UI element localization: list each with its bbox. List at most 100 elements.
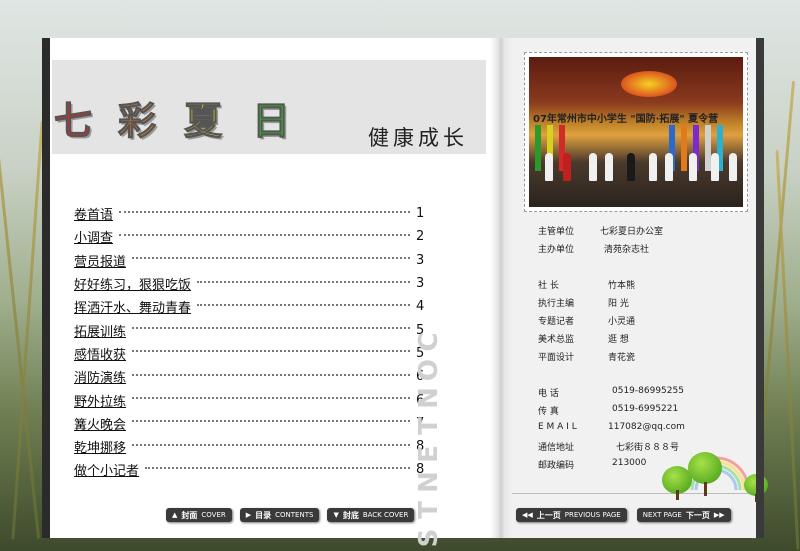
toc-item[interactable]: 感悟收获 5: [74, 342, 424, 365]
toc-item[interactable]: 小调查 2: [74, 225, 424, 248]
leader-dots: [132, 350, 410, 353]
toc-item[interactable]: 篝火晚会 7: [74, 412, 424, 435]
toc-page-number: 3: [416, 276, 425, 292]
leader-dots: [132, 327, 410, 330]
toc-item[interactable]: 乾坤挪移 8: [74, 435, 424, 458]
staff-key: 传 真: [538, 407, 559, 417]
staff-key: 主管单位: [538, 227, 575, 237]
leader-dots: [132, 420, 410, 423]
staff-key: 邮政编码: [538, 461, 575, 471]
leader-dots: [145, 466, 410, 469]
title-char-1: 七: [53, 99, 93, 144]
next-label-en: NEXT PAGE: [642, 511, 682, 519]
toc-link[interactable]: 野外拉练: [74, 391, 126, 410]
staff-key: 通信地址: [538, 443, 575, 453]
leader-dots: [132, 257, 410, 260]
staff-value: 七彩夏日办公室: [600, 227, 664, 237]
title-char-4: 日: [251, 99, 291, 144]
left-page-nav: ▲ 封面 COVER ▶ 目录 CONTENTS ▼ 封底 BACK COVER: [166, 508, 415, 522]
next-page-button[interactable]: NEXT PAGE 下一页 ▶▶: [636, 508, 731, 522]
prev-label-en: PREVIOUS PAGE: [564, 511, 621, 519]
tree-icon: [688, 452, 722, 484]
staff-value: 小灵通: [608, 317, 636, 327]
camp-photo: 07年常州市中小学生 "国防·拓展" 夏令营: [529, 57, 743, 207]
contents-label-cn: 目录: [255, 510, 272, 520]
leader-dots: [132, 397, 410, 400]
back-cover-label-en: BACK COVER: [362, 511, 409, 519]
back-cover-label-cn: 封底: [342, 510, 359, 520]
title-char-2: 彩: [117, 99, 157, 144]
cover-label-en: COVER: [201, 511, 226, 519]
staff-value: 0519-6995221: [612, 404, 679, 414]
toc-page-number: 2: [416, 229, 425, 245]
event-logo: [621, 71, 677, 97]
staff-key: 美术总监: [538, 335, 575, 345]
previous-page-button[interactable]: ◀◀ 上一页 PREVIOUS PAGE: [516, 508, 627, 522]
photo-banner-text: 07年常州市中小学生 "国防·拓展" 夏令营: [533, 114, 719, 125]
staff-value: 竹本熊: [608, 281, 636, 291]
toc-link[interactable]: 营员报道: [74, 251, 126, 270]
leader-dots: [119, 233, 410, 236]
toc-link[interactable]: 消防演练: [74, 367, 126, 386]
photo-frame: 07年常州市中小学生 "国防·拓展" 夏令营: [524, 52, 748, 212]
toc-item[interactable]: 挥洒汗水、舞动青春 4: [74, 295, 424, 318]
staff-value: 清苑杂志社: [604, 245, 650, 255]
leader-dots: [132, 443, 410, 446]
arrow-right-icon: ▶: [245, 511, 252, 519]
leader-dots: [119, 210, 410, 213]
toc-link[interactable]: 感悟收获: [74, 344, 126, 363]
masthead-page: 07年常州市中小学生 "国防·拓展" 夏令营 主管单位 七彩夏日办公室 主办单位…: [512, 38, 768, 538]
staff-key: 专题记者: [538, 317, 575, 327]
right-spine: [756, 38, 764, 538]
page-subtitle: 健康成长: [368, 126, 468, 150]
staff-key: 执行主编: [538, 299, 575, 309]
toc-link[interactable]: 好好练习，狠狠吃饭: [74, 274, 191, 293]
next-label-cn: 下一页: [685, 510, 710, 520]
staff-value: 青花瓷: [608, 353, 636, 363]
staff-key: E M A I L: [538, 422, 577, 432]
toc-link[interactable]: 挥洒汗水、舞动青春: [74, 297, 191, 316]
toc-item[interactable]: 营员报道 3: [74, 249, 424, 272]
toc-page-number: 4: [416, 299, 425, 315]
staff-value: 七彩街８８８号: [616, 443, 680, 453]
double-left-arrow-icon: ◀◀: [522, 511, 533, 519]
staff-value: 0519-86995255: [612, 386, 684, 396]
toc-page-number: 1: [416, 206, 425, 222]
toc-item[interactable]: 好好练习，狠狠吃饭 3: [74, 272, 424, 295]
contents-watermark: CONTENTS: [414, 332, 444, 548]
toc-link[interactable]: 拓展训练: [74, 321, 126, 340]
table-of-contents: 卷首语 1 小调查 2 营员报道 3 好好练习，狠狠吃饭 3 挥洒汗水、舞动青春 4 拓展…: [74, 202, 424, 482]
staff-key: 社 长: [538, 281, 559, 291]
staff-value: 逛 想: [608, 335, 629, 345]
toc-item[interactable]: 消防演练 6: [74, 365, 424, 388]
leader-dots: [132, 373, 410, 376]
left-spine: [42, 38, 50, 538]
toc-item[interactable]: 野外拉练 6: [74, 388, 424, 411]
toc-link[interactable]: 卷首语: [74, 204, 113, 223]
toc-link[interactable]: 篝火晚会: [74, 414, 126, 433]
staff-value: 阳 光: [608, 299, 629, 309]
staff-key: 主办单位: [538, 245, 575, 255]
contents-button[interactable]: ▶ 目录 CONTENTS: [239, 508, 320, 522]
staff-key: 平面设计: [538, 353, 575, 363]
toc-link[interactable]: 乾坤挪移: [74, 437, 126, 456]
toc-item[interactable]: 拓展训练 5: [74, 318, 424, 341]
prev-label-cn: 上一页: [536, 510, 561, 520]
right-page-nav: ◀◀ 上一页 PREVIOUS PAGE NEXT PAGE 下一页 ▶▶: [516, 508, 731, 522]
toc-page-number: 3: [416, 252, 425, 268]
cover-button[interactable]: ▲ 封面 COVER: [166, 508, 232, 522]
toc-link[interactable]: 做个小记者: [74, 460, 139, 479]
toc-link[interactable]: 小调查: [74, 227, 113, 246]
leader-dots: [197, 280, 410, 283]
double-right-arrow-icon: ▶▶: [713, 511, 725, 519]
magazine-spread: 七 彩 夏 日 健康成长 卷首语 1 小调查 2 营员报道 3 好好练习，狠狠吃饭 3 …: [42, 38, 768, 547]
arrow-down-icon: ▼: [333, 511, 339, 519]
back-cover-button[interactable]: ▼ 封底 BACK COVER: [327, 508, 415, 522]
title-char-3: 夏: [183, 99, 223, 144]
staff-value: 213000: [612, 458, 647, 468]
arrow-up-icon: ▲: [172, 511, 178, 519]
horizon-line: [512, 490, 756, 500]
toc-item[interactable]: 卷首语 1: [74, 202, 424, 225]
leader-dots: [197, 303, 410, 306]
toc-item[interactable]: 做个小记者 8: [74, 458, 424, 481]
